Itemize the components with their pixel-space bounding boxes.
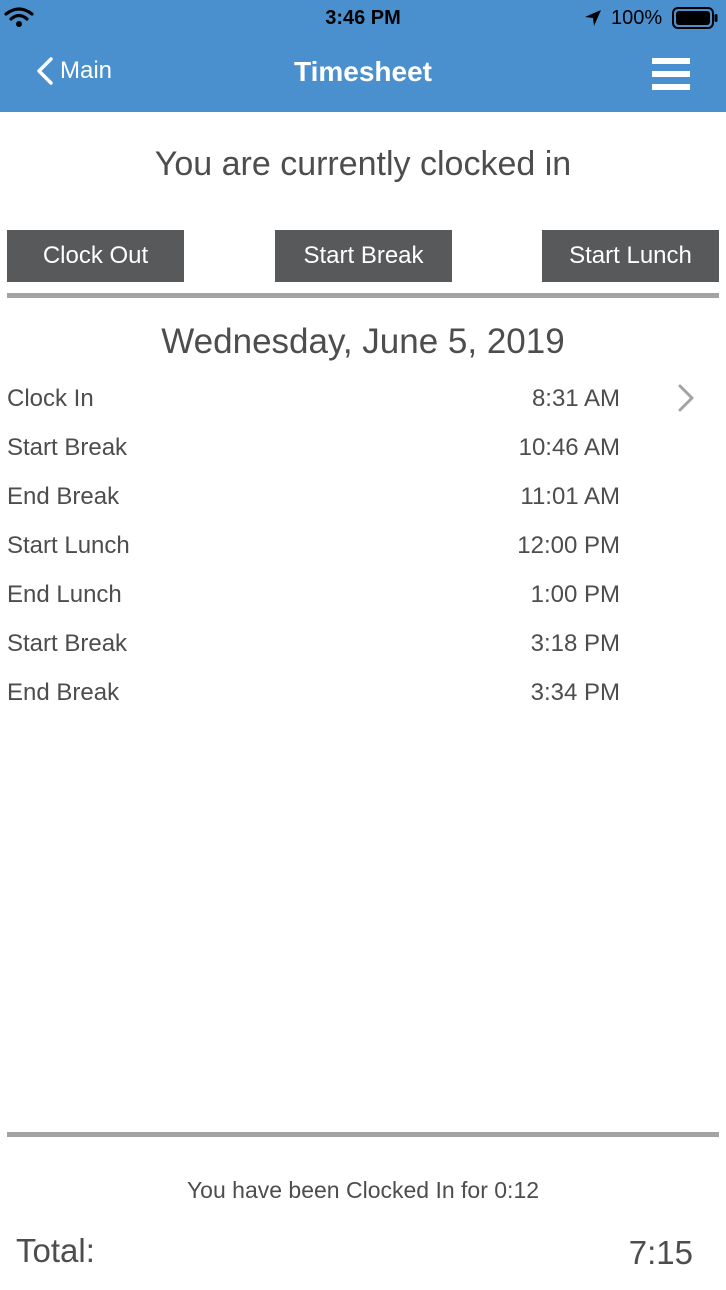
timesheet-entry[interactable]: Start Break 3:18 PM bbox=[0, 618, 726, 667]
timesheet-entry[interactable]: Start Break 10:46 AM bbox=[0, 422, 726, 471]
total-value: 7:15 bbox=[628, 1234, 693, 1271]
start-break-button[interactable]: Start Break bbox=[275, 230, 452, 282]
divider bbox=[7, 293, 719, 298]
entry-label: Start Break bbox=[7, 434, 128, 461]
hamburger-menu-icon[interactable] bbox=[650, 56, 692, 92]
entry-time: 12:00 PM bbox=[517, 532, 620, 559]
entry-time: 11:01 AM bbox=[520, 483, 620, 510]
entry-label: Start Break bbox=[7, 630, 128, 657]
battery-percentage: 100% bbox=[611, 7, 663, 29]
total-label: Total: bbox=[16, 1232, 95, 1269]
entry-label: Start Lunch bbox=[7, 532, 130, 559]
clock-status-message: You are currently clocked in bbox=[154, 145, 572, 183]
clocked-in-duration-text: You have been Clocked In for 0:12 bbox=[0, 1177, 726, 1204]
timesheet-entries: Clock In 8:31 AM Start Break 10:46 AM En… bbox=[0, 373, 726, 716]
timesheet-entry[interactable]: End Break 3:34 PM bbox=[0, 667, 726, 716]
date-heading: Wednesday, June 5, 2019 bbox=[161, 322, 565, 361]
status-bar: 3:46 PM 100% bbox=[0, 0, 726, 38]
entry-time: 3:18 PM bbox=[530, 630, 620, 657]
timesheet-entry[interactable]: End Lunch 1:00 PM bbox=[0, 569, 726, 618]
chevron-right-icon[interactable] bbox=[676, 382, 696, 414]
clocked-in-prefix: You have been Clocked In for bbox=[186, 1177, 488, 1203]
battery-icon bbox=[672, 7, 718, 29]
clock-out-button[interactable]: Clock Out bbox=[7, 230, 184, 282]
entry-time: 1:00 PM bbox=[530, 581, 620, 608]
timesheet-entry[interactable]: End Break 11:01 AM bbox=[0, 471, 726, 520]
footer-divider bbox=[7, 1132, 719, 1137]
entry-label: End Break bbox=[7, 483, 120, 510]
entry-label: End Break bbox=[7, 679, 120, 706]
entry-time: 3:34 PM bbox=[530, 679, 620, 706]
entry-label: End Lunch bbox=[7, 581, 122, 608]
timesheet-entry[interactable]: Start Lunch 12:00 PM bbox=[0, 520, 726, 569]
entry-time: 10:46 AM bbox=[518, 434, 620, 461]
entry-label: Clock In bbox=[7, 385, 94, 412]
page-title: Timesheet bbox=[294, 56, 432, 87]
app-header: 3:46 PM 100% Main Timesheet bbox=[0, 0, 726, 112]
timesheet-entry[interactable]: Clock In 8:31 AM bbox=[0, 373, 726, 422]
entry-time: 8:31 AM bbox=[531, 385, 620, 412]
clocked-in-duration: 0:12 bbox=[494, 1177, 540, 1203]
location-icon bbox=[585, 10, 601, 26]
start-lunch-button[interactable]: Start Lunch bbox=[542, 230, 719, 282]
